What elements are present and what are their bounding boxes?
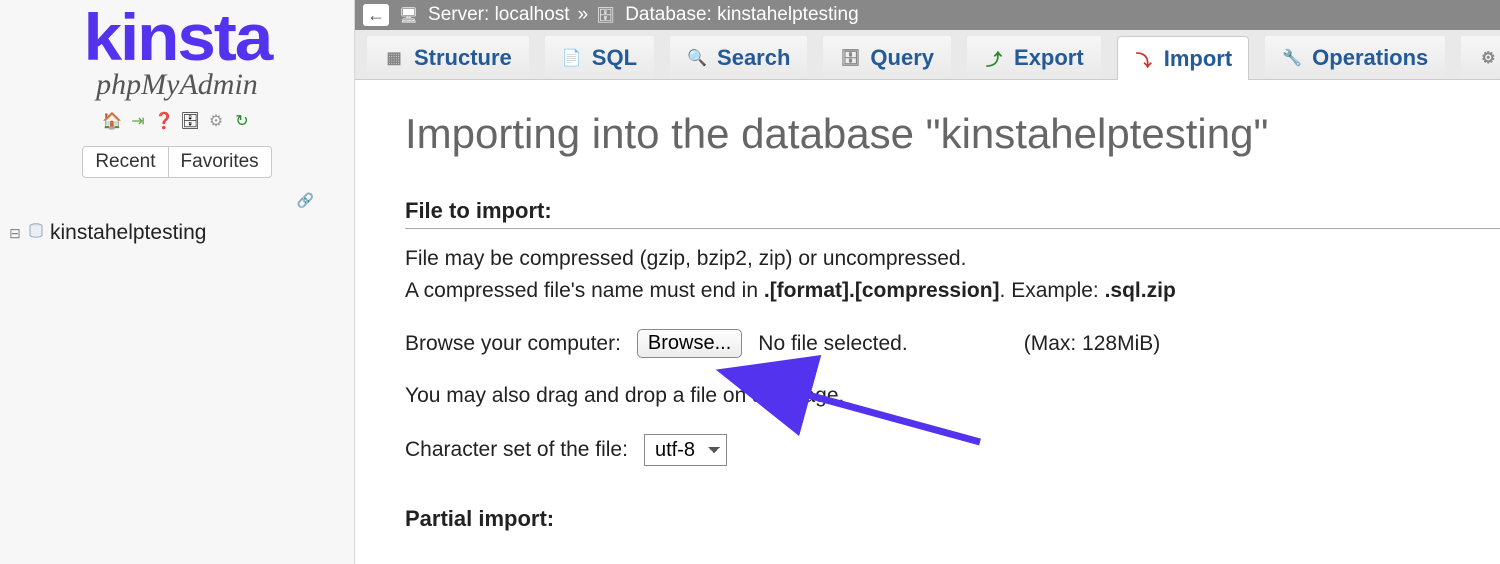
tree-toggle-icon[interactable]: ⊟ (8, 225, 22, 242)
refresh-icon[interactable]: ↻ (231, 110, 253, 132)
exit-icon[interactable]: ⇥ (127, 110, 149, 132)
breadcrumb-separator: » (578, 4, 589, 26)
tab-label: Import (1164, 46, 1232, 72)
recent-favorites-group: Recent Favorites (82, 146, 271, 178)
settings-icon[interactable]: ⚙ (205, 110, 227, 132)
logo-main: Kinsta (83, 4, 271, 70)
help-icon[interactable]: ❓ (153, 110, 175, 132)
operations-icon: 🔧 (1282, 48, 1302, 68)
link-icon[interactable]: 🔗 (297, 192, 314, 209)
tab-structure[interactable]: ▦ Structure (367, 35, 529, 79)
db-tree: ⊟ kinstahelptesting (0, 209, 354, 245)
logo: Kinsta phpMyAdmin (78, 0, 277, 102)
favorites-button[interactable]: Favorites (169, 146, 272, 178)
charset-label: Character set of the file: (405, 438, 628, 462)
db-tree-item[interactable]: ⊟ kinstahelptesting (8, 221, 346, 245)
db-icon[interactable]: 🗄 (179, 110, 201, 132)
max-size: (Max: 128MiB) (1024, 332, 1161, 356)
section-partial-import: Partial import: (405, 506, 1500, 536)
server-icon (399, 4, 422, 26)
tab-label: Query (870, 45, 934, 71)
tab-label: SQL (592, 45, 637, 71)
breadcrumb: ← Server: localhost » Database: kinstahe… (355, 0, 1500, 30)
database-icon (28, 221, 44, 245)
breadcrumb-server[interactable]: Server: localhost (428, 4, 570, 26)
export-icon: ⤴ (984, 48, 1004, 68)
hint-dragdrop: You may also drag and drop a file on any… (405, 384, 1500, 408)
tab-query[interactable]: 🗄 Query (823, 35, 951, 79)
import-icon: ⤵ (1134, 49, 1154, 69)
recent-button[interactable]: Recent (82, 146, 168, 178)
page-title: Importing into the database "kinstahelpt… (405, 110, 1500, 158)
hint-compression: File may be compressed (gzip, bzip2, zip… (405, 247, 1500, 271)
tab-sql[interactable]: 📄 SQL (545, 35, 654, 79)
charset-select[interactable]: utf-8 (644, 434, 727, 466)
sidebar-toolbar: 🏠 ⇥ ❓ 🗄 ⚙ ↻ (101, 110, 253, 132)
main: ← Server: localhost » Database: kinstahe… (355, 0, 1500, 564)
search-icon: 🔍 (687, 48, 707, 68)
back-button[interactable]: ← (363, 4, 389, 26)
hint-naming: A compressed file's name must end in .[f… (405, 279, 1500, 303)
tab-export[interactable]: ⤴ Export (967, 35, 1101, 79)
routines-icon: ⚙ (1478, 48, 1498, 68)
breadcrumb-database[interactable]: Database: kinstahelptesting (625, 4, 858, 26)
structure-icon: ▦ (384, 48, 404, 68)
tab-import[interactable]: ⤵ Import (1117, 36, 1249, 80)
browse-button[interactable]: Browse... (637, 329, 742, 358)
tab-label: Export (1014, 45, 1084, 71)
file-status: No file selected. (758, 332, 907, 356)
tabs: ▦ Structure 📄 SQL 🔍 Search 🗄 Query ⤴ Exp… (355, 30, 1500, 80)
home-icon[interactable]: 🏠 (101, 110, 123, 132)
tab-label: Search (717, 45, 790, 71)
tab-routines[interactable]: ⚙ Routi (1461, 35, 1500, 79)
tab-label: Operations (1312, 45, 1428, 71)
sql-icon: 📄 (562, 48, 582, 68)
content: Importing into the database "kinstahelpt… (355, 80, 1500, 564)
sidebar: Kinsta phpMyAdmin 🏠 ⇥ ❓ 🗄 ⚙ ↻ Recent Fav… (0, 0, 355, 564)
file-picker-row: Browse your computer: Browse... No file … (405, 329, 1500, 358)
charset-row: Character set of the file: utf-8 (405, 434, 1500, 466)
database-icon (596, 4, 619, 26)
tab-search[interactable]: 🔍 Search (670, 35, 807, 79)
tab-operations[interactable]: 🔧 Operations (1265, 35, 1445, 79)
query-icon: 🗄 (840, 48, 860, 68)
browse-label: Browse your computer: (405, 332, 621, 356)
db-tree-item-label: kinstahelptesting (50, 221, 206, 245)
section-file-to-import: File to import: (405, 198, 1500, 229)
tab-label: Structure (414, 45, 512, 71)
